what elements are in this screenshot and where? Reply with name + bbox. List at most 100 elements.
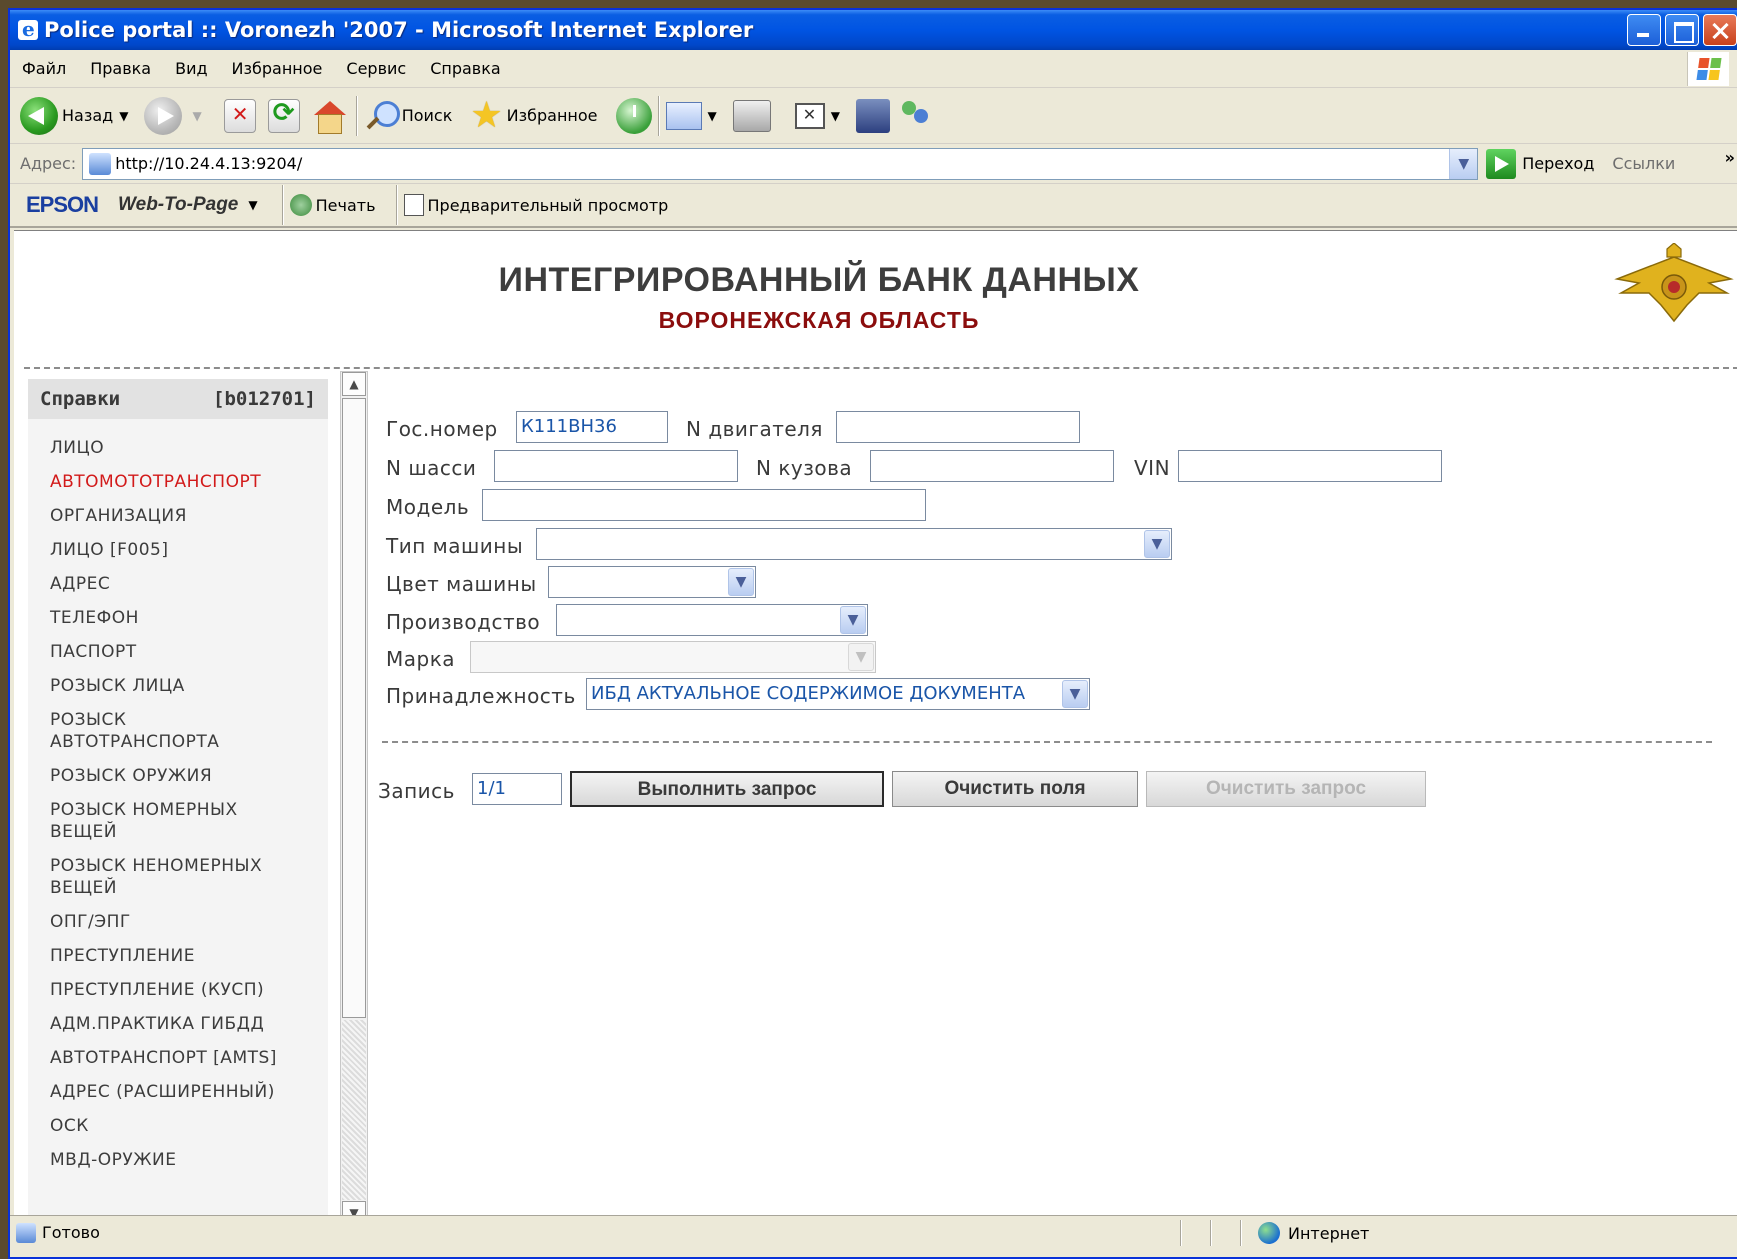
messenger-icon[interactable] <box>898 99 934 133</box>
home-icon[interactable] <box>312 99 346 134</box>
sidebar-item-crime-kusp[interactable]: ПРЕСТУПЛЕНИЕ (КУСП) <box>28 979 328 1001</box>
status-text: Готово <box>42 1223 100 1242</box>
chassis-number-input[interactable] <box>494 450 738 482</box>
history-icon[interactable] <box>615 97 652 134</box>
brand-select: ▼ <box>470 641 876 673</box>
sidebar-item-crime[interactable]: ПРЕСТУПЛЕНИЕ <box>28 945 328 967</box>
status-separator <box>1180 1220 1182 1246</box>
print-icon[interactable] <box>732 99 771 132</box>
chevron-down-icon[interactable]: ▼ <box>1144 530 1170 558</box>
stop-icon[interactable] <box>223 98 256 133</box>
back-dropdown-icon[interactable]: ▼ <box>119 109 128 123</box>
address-url[interactable]: http://10.24.4.13:9204/ <box>115 154 302 173</box>
chevron-down-icon[interactable]: ▼ <box>728 568 754 596</box>
sidebar-scrollbar[interactable]: ▲ ▼ <box>340 371 368 1223</box>
sidebar: Справки [b012701] ЛИЦО АВТОМОТОТРАНСПОРТ… <box>28 379 328 1223</box>
menu-help[interactable]: Справка <box>418 59 513 78</box>
scroll-up-icon[interactable]: ▲ <box>342 372 366 396</box>
sidebar-item-organization[interactable]: ОРГАНИЗАЦИЯ <box>28 505 328 527</box>
body-number-label: N кузова <box>756 456 853 480</box>
vehicle-type-label: Тип машины <box>386 534 524 558</box>
address-input[interactable]: http://10.24.4.13:9204/ ▼ <box>82 147 1479 180</box>
engine-number-input[interactable] <box>836 411 1080 443</box>
sidebar-item-phone[interactable]: ТЕЛЕФОН <box>28 607 328 629</box>
record-label: Запись <box>378 779 455 803</box>
refresh-icon[interactable] <box>267 98 300 133</box>
epson-preview-button[interactable]: Предварительный просмотр <box>403 194 669 216</box>
maximize-button[interactable] <box>1665 14 1699 46</box>
toolbar-separator <box>395 185 398 225</box>
vin-input[interactable] <box>1178 450 1442 482</box>
close-button[interactable] <box>1703 14 1737 46</box>
sidebar-item-opg[interactable]: ОПГ/ЭПГ <box>28 911 328 933</box>
edit-icon[interactable] <box>794 102 825 129</box>
address-dropdown-icon[interactable]: ▼ <box>1449 148 1478 179</box>
sidebar-item-wanted-numbered[interactable]: РОЗЫСК НОМЕРНЫХ ВЕЩЕЙ <box>28 799 258 843</box>
mail-icon[interactable] <box>665 101 702 130</box>
sidebar-item-amts[interactable]: АВТОТРАНСПОРТ [AMTS] <box>28 1047 328 1069</box>
epson-preview-label: Предварительный просмотр <box>427 195 669 215</box>
ownership-select[interactable]: ИБД АКТУАЛЬНОЕ СОДЕРЖИМОЕ ДОКУМЕНТА ▼ <box>586 678 1090 710</box>
production-select[interactable]: ▼ <box>556 604 868 636</box>
sidebar-item-vehicles[interactable]: АВТОМОТОТРАНСПОРТ <box>28 471 328 493</box>
edit-dropdown-icon[interactable]: ▼ <box>831 109 840 123</box>
menu-file[interactable]: Файл <box>10 59 78 78</box>
scroll-thumb[interactable] <box>342 398 366 1018</box>
clear-fields-button[interactable]: Очистить поля <box>892 771 1138 807</box>
vehicle-type-select[interactable]: ▼ <box>536 528 1172 560</box>
sidebar-item-mvd-weapon[interactable]: МВД-ОРУЖИЕ <box>28 1149 328 1171</box>
web-to-page-button[interactable]: Web-To-Page <box>118 194 238 216</box>
forward-dropdown-icon[interactable]: ▼ <box>192 109 201 123</box>
header-divider <box>24 367 1737 369</box>
zone-label: Интернет <box>1288 1223 1370 1243</box>
sidebar-item-person[interactable]: ЛИЦО <box>28 437 328 459</box>
toolbar-separator <box>281 185 284 225</box>
sidebar-item-wanted-vehicle[interactable]: РОЗЫСК АВТОТРАНСПОРТА <box>28 709 258 753</box>
sidebar-item-passport[interactable]: ПАСПОРТ <box>28 641 328 663</box>
toolbar-separator <box>355 95 358 136</box>
toolbar-separator <box>657 95 660 136</box>
brand-label: Марка <box>386 647 456 671</box>
epson-print-button[interactable]: Печать <box>289 194 376 216</box>
scroll-track[interactable] <box>342 1020 366 1200</box>
minimize-button[interactable] <box>1627 14 1661 46</box>
chevron-down-icon[interactable]: ▼ <box>840 606 866 634</box>
sidebar-item-wanted-person[interactable]: РОЗЫСК ЛИЦА <box>28 675 328 697</box>
title-bar[interactable]: Police portal :: Voronezh '2007 - Micros… <box>10 10 1737 50</box>
sidebar-item-osk[interactable]: ОСК <box>28 1115 328 1137</box>
chevron-down-icon[interactable]: ▼ <box>1062 680 1088 708</box>
favorites-button[interactable]: ★ Избранное <box>470 97 598 134</box>
sidebar-item-person-f005[interactable]: ЛИЦО [F005] <box>28 539 328 561</box>
toolbar-overflow-icon[interactable]: » <box>1725 148 1735 167</box>
menu-tools[interactable]: Сервис <box>334 59 418 78</box>
vehicle-color-select[interactable]: ▼ <box>548 566 756 598</box>
sidebar-item-gibdd[interactable]: АДМ.ПРАКТИКА ГИБДД <box>28 1013 328 1035</box>
epson-toolbar: EPSON Web-To-Page ▼ Печать Предварительн… <box>10 184 1737 228</box>
menu-edit[interactable]: Правка <box>78 59 163 78</box>
sidebar-item-address-ext[interactable]: АДРЕС (РАСШИРЕННЫЙ) <box>28 1081 328 1103</box>
go-button[interactable]: Переход <box>1486 148 1594 179</box>
sidebar-item-address[interactable]: АДРЕС <box>28 573 328 595</box>
body-number-input[interactable] <box>870 450 1114 482</box>
links-button[interactable]: Ссылки <box>1612 154 1675 173</box>
gos-nomer-input[interactable]: К111ВН36 <box>516 411 668 443</box>
sidebar-item-wanted-weapon[interactable]: РОЗЫСК ОРУЖИЯ <box>28 765 328 787</box>
browser-window: Police portal :: Voronezh '2007 - Micros… <box>8 8 1737 1259</box>
window-title: Police portal :: Voronezh '2007 - Micros… <box>44 18 754 42</box>
research-icon[interactable] <box>855 98 890 133</box>
printer-icon <box>289 194 312 216</box>
forward-button[interactable]: ▼ <box>144 96 209 135</box>
sidebar-item-wanted-unnumbered[interactable]: РОЗЫСК НЕНОМЕРНЫХ ВЕЩЕЙ <box>28 855 278 899</box>
ownership-label: Принадлежность <box>386 684 576 708</box>
search-label: Поиск <box>401 106 453 125</box>
chevron-down-icon: ▼ <box>848 643 874 671</box>
mail-dropdown-icon[interactable]: ▼ <box>708 109 717 123</box>
menu-view[interactable]: Вид <box>163 59 219 78</box>
search-button[interactable]: Поиск <box>364 99 453 133</box>
menu-favorites[interactable]: Избранное <box>220 59 335 78</box>
execute-query-button[interactable]: Выполнить запрос <box>570 771 884 807</box>
web-to-page-dropdown-icon[interactable]: ▼ <box>248 198 257 212</box>
favorites-label: Избранное <box>506 106 598 125</box>
model-input[interactable] <box>482 489 926 521</box>
back-button[interactable]: Назад ▼ <box>20 96 136 135</box>
